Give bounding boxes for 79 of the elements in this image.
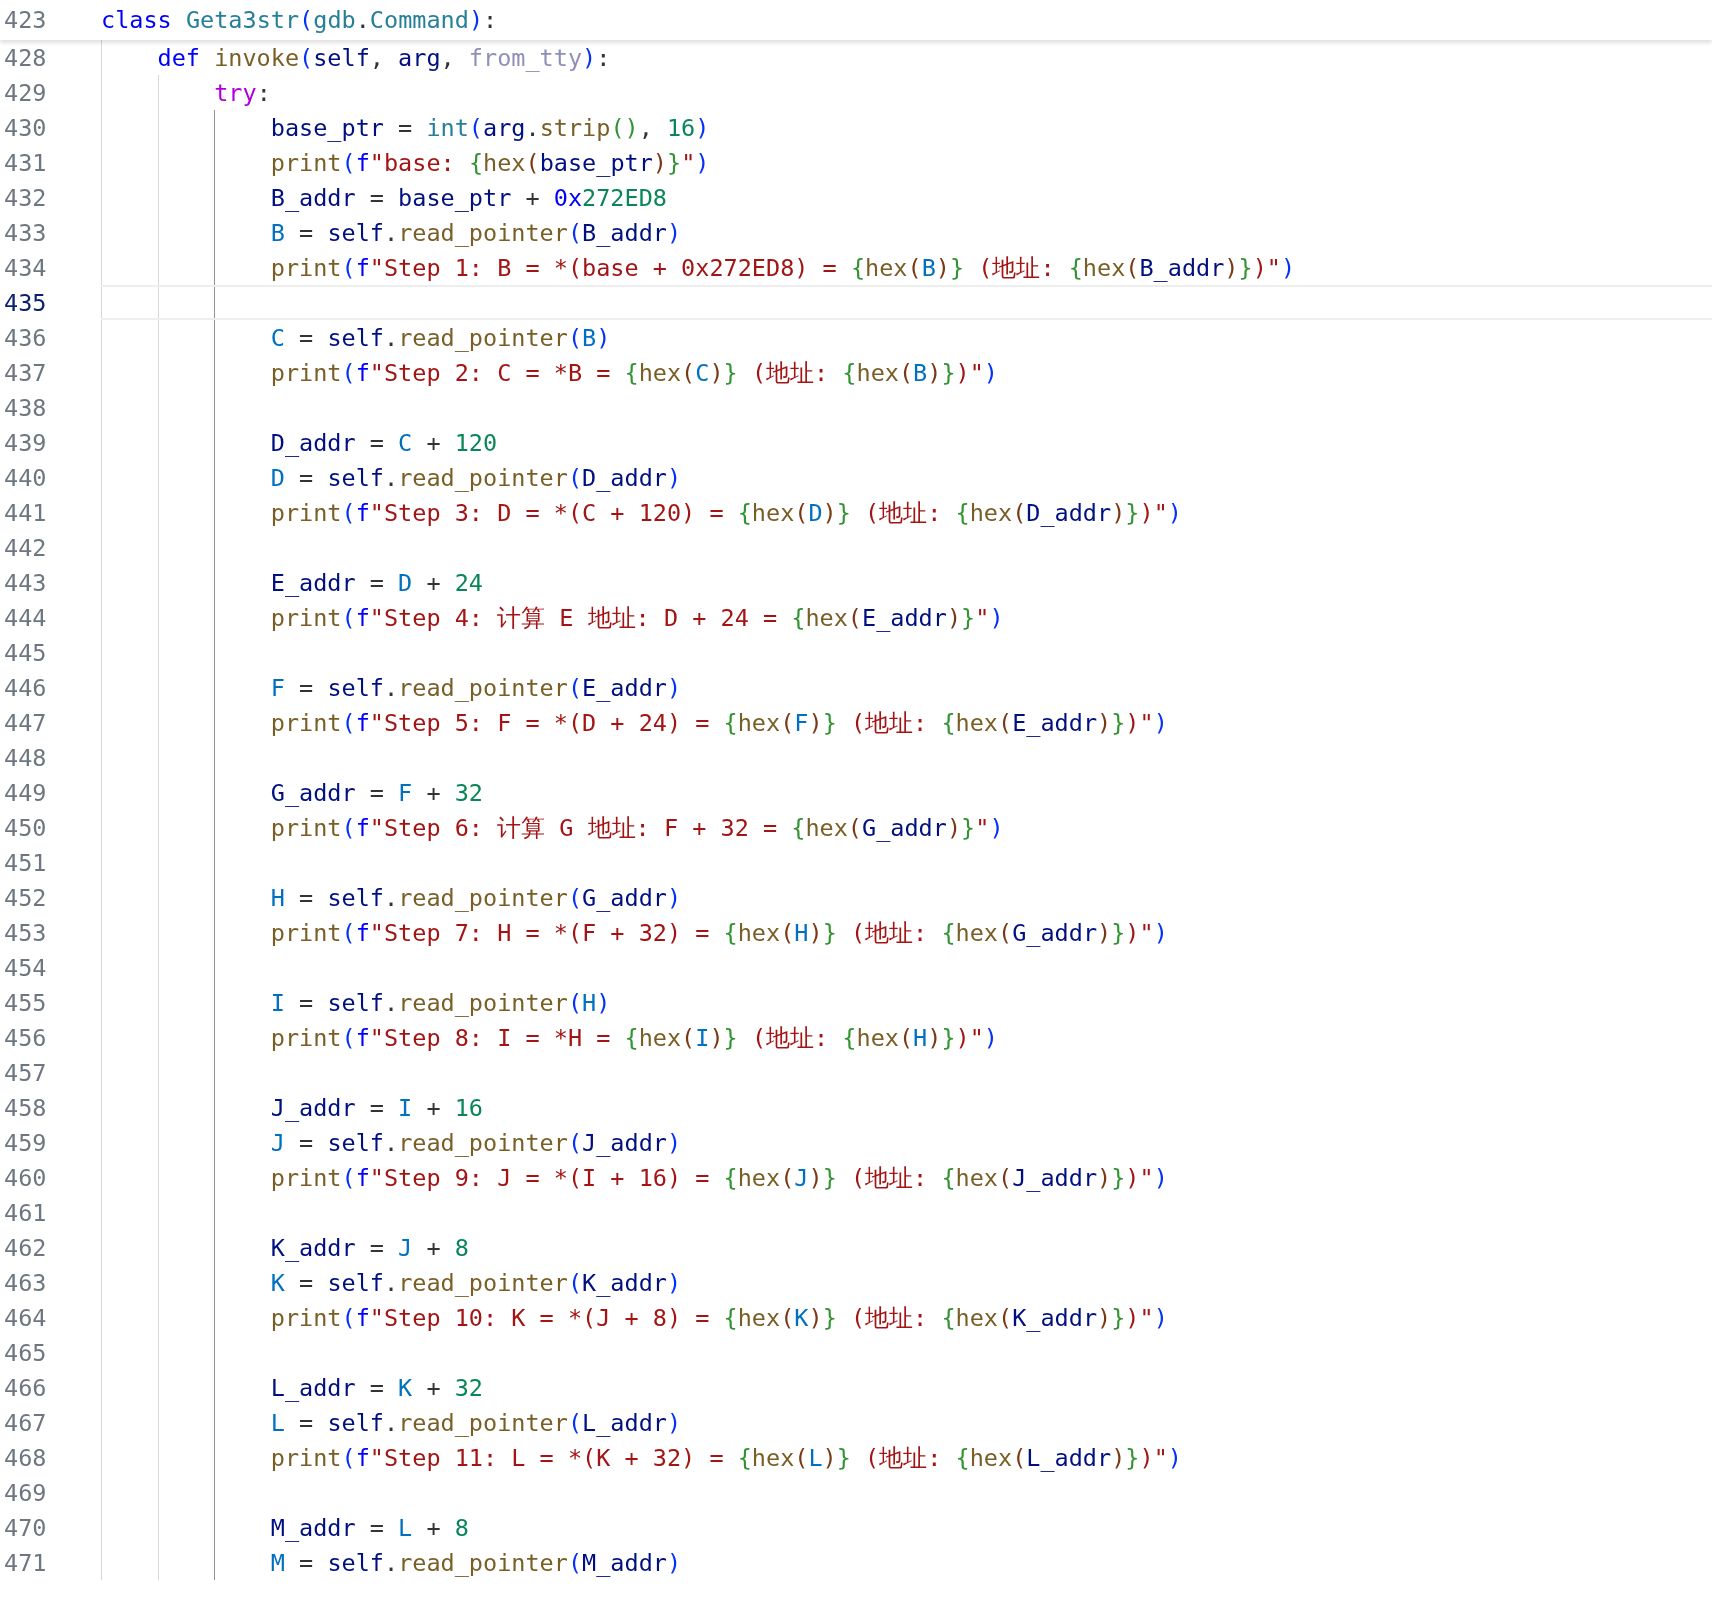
line-number: 461 xyxy=(3,1198,48,1227)
code-line: D_addr = C + 120 xyxy=(270,428,498,457)
code-line: print(f"Step 5: F = *(D + 24) = {hex(F)} (地址: {hex(E_addr)})") xyxy=(270,707,1168,739)
code-line: K = self.read_pointer(K_addr) xyxy=(270,1268,682,1297)
line-number: 431 xyxy=(3,148,48,177)
line-number: 446 xyxy=(3,673,48,702)
code-line: print(f"Step 8: I = *H = {hex(I)} (地址: {hex(H)})") xyxy=(270,1022,998,1054)
code-line: J_addr = I + 16 xyxy=(270,1093,483,1122)
line-number: 462 xyxy=(3,1233,48,1262)
line-number: 452 xyxy=(3,883,48,912)
line-number: 433 xyxy=(3,218,48,247)
line-number: 456 xyxy=(3,1023,48,1052)
line-number: 469 xyxy=(3,1478,48,1507)
line-number: 432 xyxy=(3,183,48,212)
code-line: G_addr = F + 32 xyxy=(270,778,483,807)
line-number: 471 xyxy=(3,1548,48,1577)
code-line: print(f"Step 10: K = *(J + 8) = {hex(K)} (地址: {hex(K_addr)})") xyxy=(270,1302,1168,1334)
line-number: 447 xyxy=(3,708,48,737)
line-number: 436 xyxy=(3,323,48,352)
code-line: C = self.read_pointer(B) xyxy=(270,323,611,352)
line-number: 454 xyxy=(3,953,48,982)
code-line: print(f"Step 2: C = *B = {hex(C)} (地址: {hex(B)})") xyxy=(270,357,998,389)
code-line: B_addr = base_ptr + 0x272ED8 xyxy=(270,183,667,212)
line-number: 458 xyxy=(3,1093,48,1122)
code-line: L = self.read_pointer(L_addr) xyxy=(270,1408,682,1437)
line-number: 467 xyxy=(3,1408,48,1437)
line-number: 438 xyxy=(3,393,48,422)
code-line: def invoke(self, arg, from_tty): xyxy=(157,43,611,72)
code-line: print(f"Step 6: 计算 G 地址: F + 32 = {hex(G_addr)}") xyxy=(270,812,1004,844)
line-number: 466 xyxy=(3,1373,48,1402)
code-line: print(f"Step 7: H = *(F + 32) = {hex(H)} (地址: {hex(G_addr)})") xyxy=(270,917,1168,949)
line-number: 442 xyxy=(3,533,48,562)
line-number: 459 xyxy=(3,1128,48,1157)
code-line: K_addr = J + 8 xyxy=(270,1233,469,1262)
line-number: 428 xyxy=(3,43,48,72)
code-line: M_addr = L + 8 xyxy=(270,1513,469,1542)
code-line: F = self.read_pointer(E_addr) xyxy=(270,673,682,702)
code-line: J = self.read_pointer(J_addr) xyxy=(270,1128,682,1157)
code-line: try: xyxy=(214,78,271,107)
code-line: E_addr = D + 24 xyxy=(270,568,483,597)
code-line: print(f"Step 1: B = *(base + 0x272ED8) = {hex(B)} (地址: {hex(B_addr)})") xyxy=(270,252,1296,284)
line-number: 455 xyxy=(3,988,48,1017)
line-number: 468 xyxy=(3,1443,48,1472)
code-line: print(f"Step 9: J = *(I + 16) = {hex(J)} (地址: {hex(J_addr)})") xyxy=(270,1162,1168,1194)
line-number: 450 xyxy=(3,813,48,842)
line-number: 451 xyxy=(3,848,48,877)
line-number: 460 xyxy=(3,1163,48,1192)
line-number: 440 xyxy=(3,463,48,492)
line-number: 437 xyxy=(3,358,48,387)
line-number: 445 xyxy=(3,638,48,667)
line-number: 465 xyxy=(3,1338,48,1367)
code-line: print(f"Step 3: D = *(C + 120) = {hex(D)} (地址: {hex(D_addr)})") xyxy=(270,497,1182,529)
line-number: 464 xyxy=(3,1303,48,1332)
line-number: 453 xyxy=(3,918,48,947)
line-number: 439 xyxy=(3,428,48,457)
line-number: 435 xyxy=(3,288,48,317)
line-number: 423 xyxy=(3,6,48,34)
line-number: 443 xyxy=(3,568,48,597)
line-number: 430 xyxy=(3,113,48,142)
code-line: print(f"Step 11: L = *(K + 32) = {hex(L)} (地址: {hex(L_addr)})") xyxy=(270,1442,1182,1474)
code-line: M = self.read_pointer(M_addr) xyxy=(270,1548,682,1577)
line-number: 434 xyxy=(3,253,48,282)
line-number: 429 xyxy=(3,78,48,107)
line-number: 449 xyxy=(3,778,48,807)
code-line: H = self.read_pointer(G_addr) xyxy=(270,883,682,912)
line-number: 448 xyxy=(3,743,48,772)
line-number: 441 xyxy=(3,498,48,527)
code-line: I = self.read_pointer(H) xyxy=(270,988,611,1017)
code-line: class Geta3str(gdb.Command): xyxy=(101,6,498,34)
code-line: print(f"Step 4: 计算 E 地址: D + 24 = {hex(E_addr)}") xyxy=(270,602,1004,634)
code-line: B = self.read_pointer(B_addr) xyxy=(270,218,682,247)
line-number: 463 xyxy=(3,1268,48,1297)
code-line: base_ptr = int(arg.strip(), 16) xyxy=(270,113,710,142)
code-line: print(f"base: {hex(base_ptr)}") xyxy=(270,148,710,177)
line-number: 444 xyxy=(3,603,48,632)
line-number: 457 xyxy=(3,1058,48,1087)
line-number: 470 xyxy=(3,1513,48,1542)
code-line: L_addr = K + 32 xyxy=(270,1373,483,1402)
code-line: D = self.read_pointer(D_addr) xyxy=(270,463,682,492)
